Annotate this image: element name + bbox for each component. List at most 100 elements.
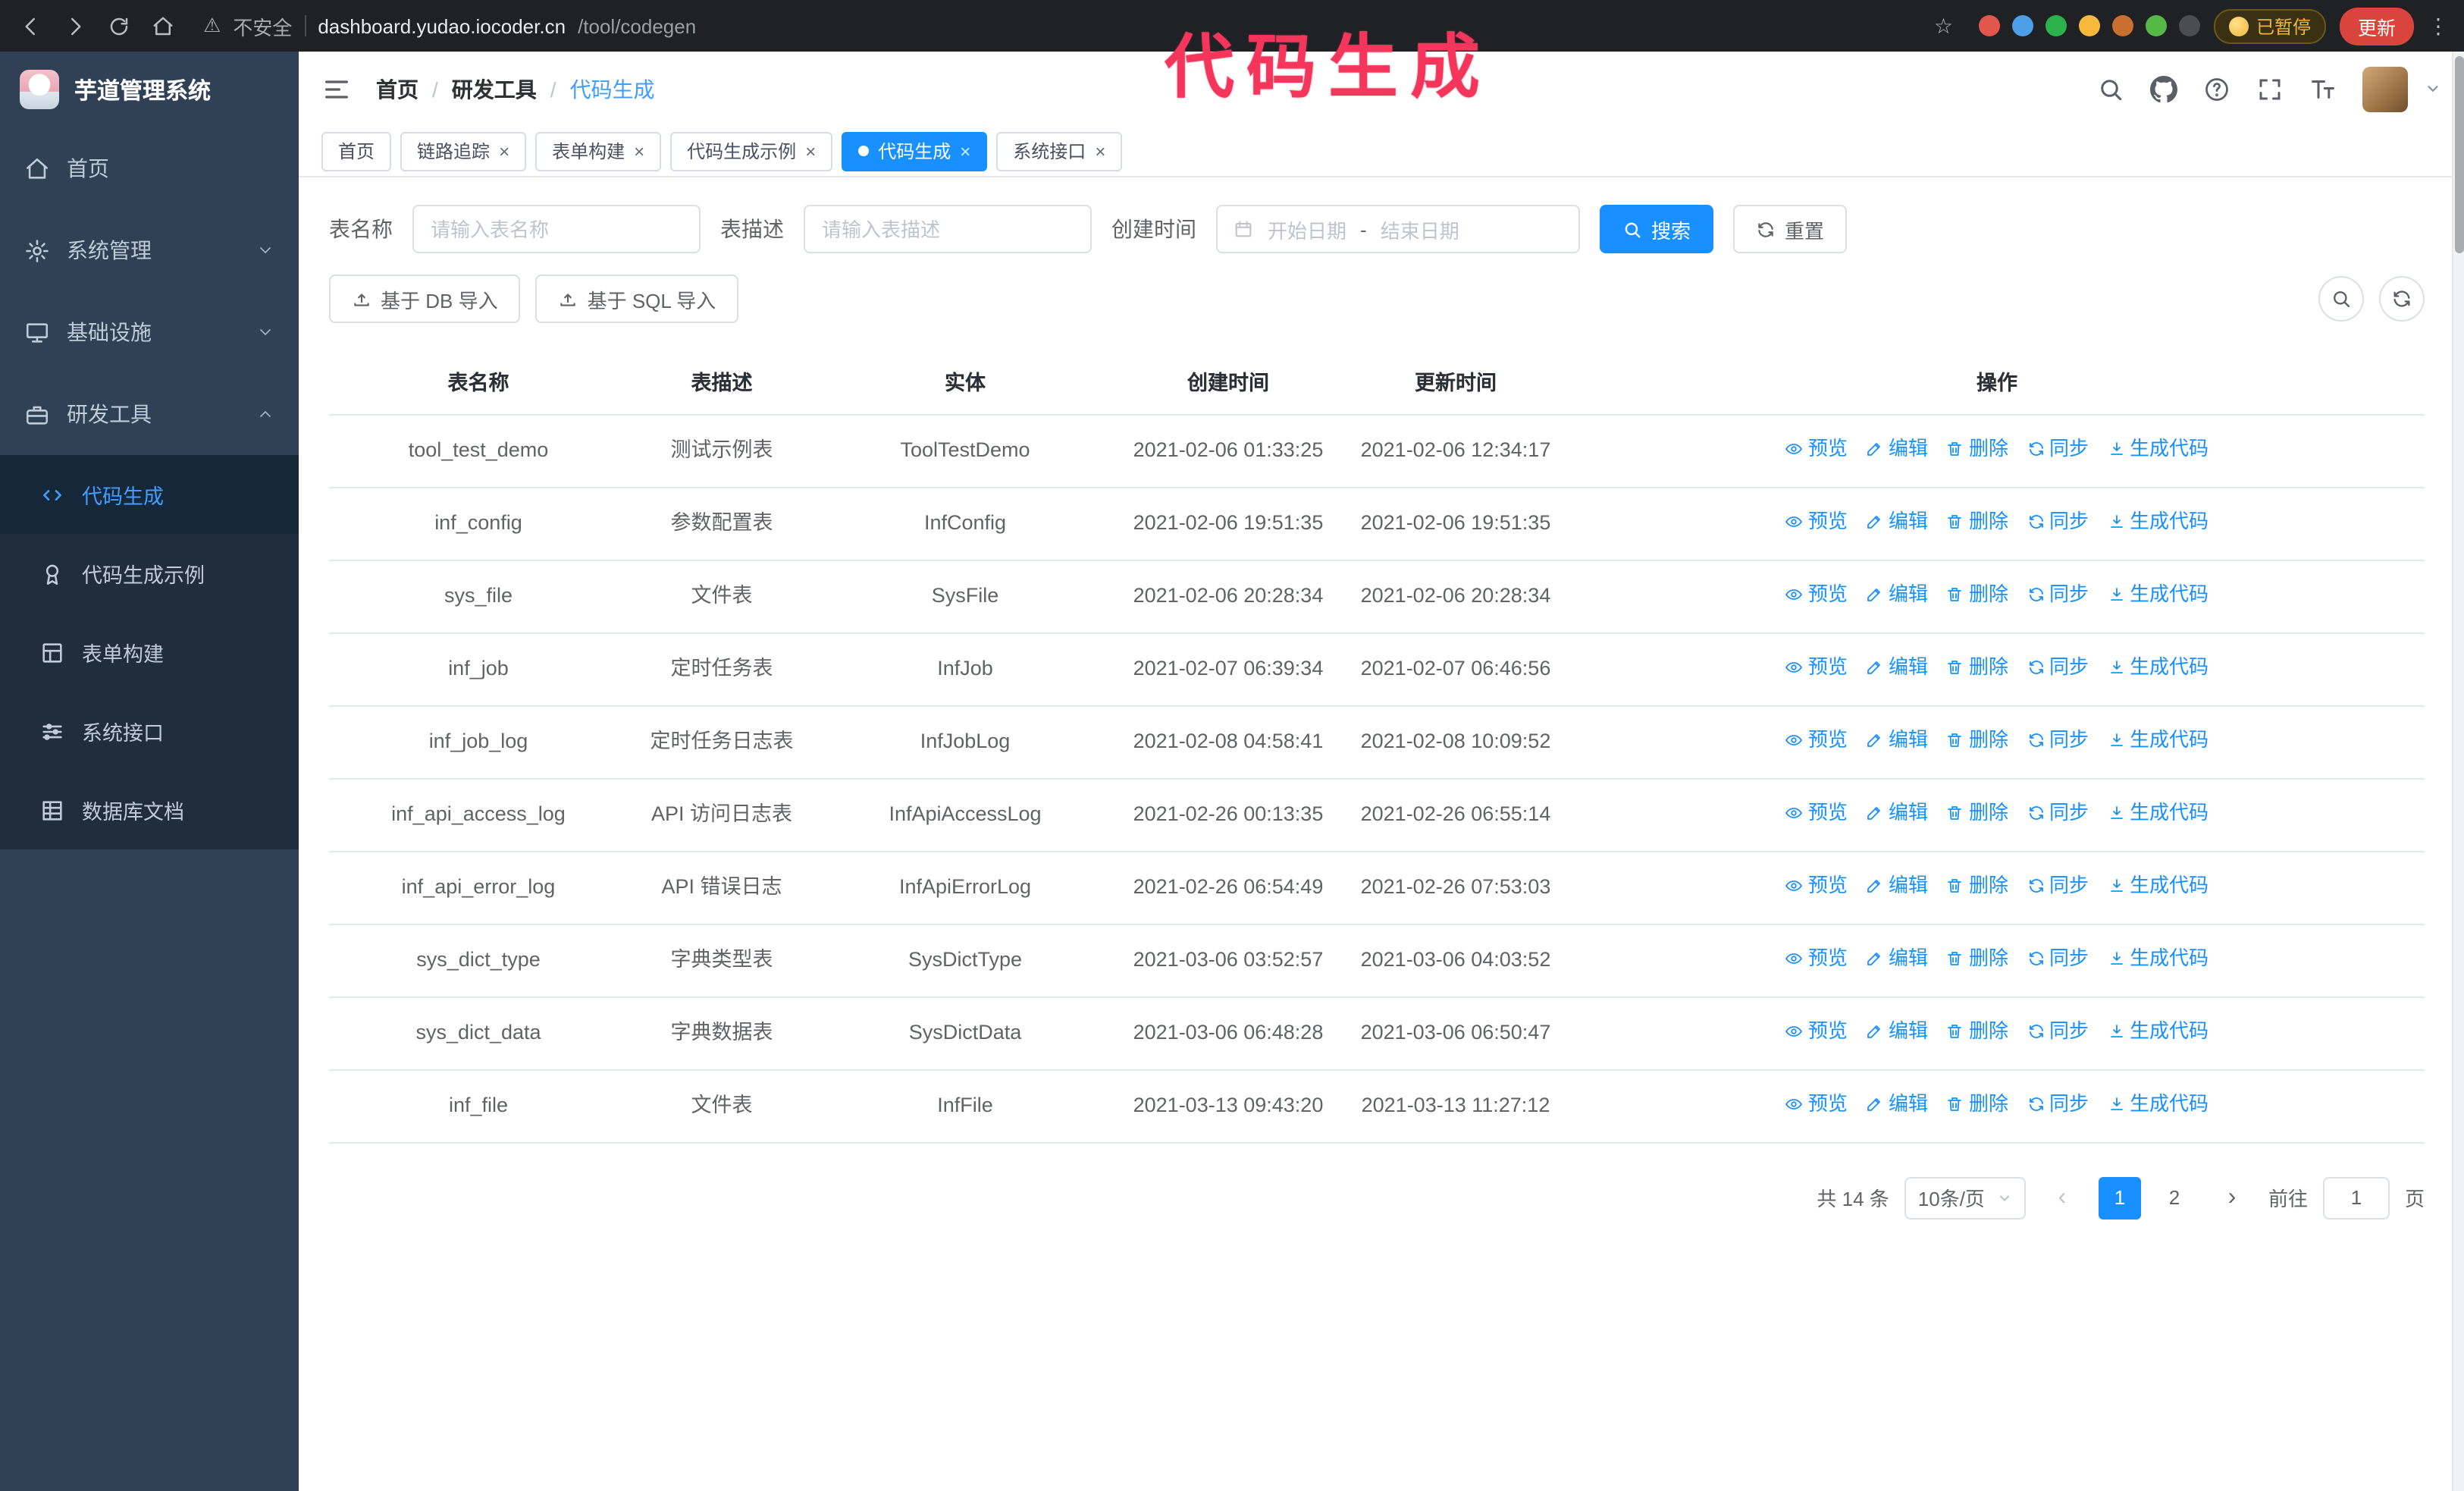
action-generate-code-link[interactable]: 生成代码	[2107, 1089, 2209, 1119]
extension-icon[interactable]	[1978, 15, 2000, 36]
forward-icon[interactable]	[59, 11, 89, 41]
extension-icon[interactable]	[2145, 15, 2167, 36]
date-end-placeholder[interactable]: 结束日期	[1381, 215, 1459, 243]
action-delete-link[interactable]: 删除	[1946, 579, 2008, 610]
action-delete-link[interactable]: 删除	[1946, 943, 2008, 974]
breadcrumb-item[interactable]: 研发工具	[452, 74, 537, 104]
action-preview-link[interactable]: 预览	[1785, 725, 1848, 755]
extension-icon[interactable]	[2045, 15, 2067, 36]
action-edit-link[interactable]: 编辑	[1866, 1089, 1928, 1119]
action-sync-link[interactable]: 同步	[2027, 507, 2089, 537]
page-size-select[interactable]: 10条/页	[1904, 1176, 2026, 1219]
close-icon[interactable]: ×	[805, 142, 816, 160]
action-delete-link[interactable]: 删除	[1946, 725, 2008, 755]
close-icon[interactable]: ×	[634, 142, 644, 160]
user-avatar[interactable]	[2362, 66, 2408, 111]
update-button[interactable]: 更新	[2339, 7, 2414, 45]
action-generate-code-link[interactable]: 生成代码	[2107, 652, 2209, 683]
prev-page-button[interactable]: ‹	[2040, 1176, 2083, 1219]
sidebar-item-home[interactable]: 首页	[0, 127, 299, 209]
extension-icon[interactable]	[2078, 15, 2100, 36]
tab-codegen-demo[interactable]: 代码生成示例 ×	[670, 131, 833, 171]
action-sync-link[interactable]: 同步	[2027, 798, 2089, 828]
action-generate-code-link[interactable]: 生成代码	[2107, 871, 2209, 901]
action-sync-link[interactable]: 同步	[2027, 943, 2089, 974]
close-icon[interactable]: ×	[960, 142, 970, 160]
action-generate-code-link[interactable]: 生成代码	[2107, 725, 2209, 755]
action-preview-link[interactable]: 预览	[1785, 871, 1848, 901]
action-delete-link[interactable]: 删除	[1946, 1089, 2008, 1119]
action-preview-link[interactable]: 预览	[1785, 1016, 1848, 1047]
extension-icon[interactable]	[2011, 15, 2033, 36]
address-bar[interactable]: ⚠ 不安全 dashboard.yudao.iocoder.cn/tool/co…	[191, 6, 1965, 46]
action-sync-link[interactable]: 同步	[2027, 1016, 2089, 1047]
action-sync-link[interactable]: 同步	[2027, 871, 2089, 901]
table-desc-input[interactable]	[804, 205, 1092, 253]
action-edit-link[interactable]: 编辑	[1866, 725, 1928, 755]
action-delete-link[interactable]: 删除	[1946, 871, 2008, 901]
next-page-button[interactable]: ›	[2210, 1176, 2253, 1219]
action-generate-code-link[interactable]: 生成代码	[2107, 507, 2209, 537]
action-preview-link[interactable]: 预览	[1785, 798, 1848, 828]
action-generate-code-link[interactable]: 生成代码	[2107, 434, 2209, 464]
table-name-input[interactable]	[412, 205, 701, 253]
paused-badge[interactable]: 已暂停	[2213, 8, 2326, 43]
action-sync-link[interactable]: 同步	[2027, 652, 2089, 683]
tab-codegen[interactable]: 代码生成 ×	[842, 131, 988, 171]
font-size-icon[interactable]	[2309, 75, 2337, 102]
close-icon[interactable]: ×	[499, 142, 509, 160]
action-delete-link[interactable]: 删除	[1946, 1016, 2008, 1047]
import-db-button[interactable]: 基于 DB 导入	[329, 275, 521, 323]
goto-page-input[interactable]	[2322, 1176, 2390, 1219]
sidebar-item-api[interactable]: 系统接口	[0, 692, 299, 771]
sidebar-item-codegen-demo[interactable]: 代码生成示例	[0, 534, 299, 613]
action-edit-link[interactable]: 编辑	[1866, 943, 1928, 974]
action-generate-code-link[interactable]: 生成代码	[2107, 798, 2209, 828]
action-edit-link[interactable]: 编辑	[1866, 871, 1928, 901]
action-preview-link[interactable]: 预览	[1785, 1089, 1848, 1119]
date-start-placeholder[interactable]: 开始日期	[1268, 215, 1346, 243]
action-delete-link[interactable]: 删除	[1946, 798, 2008, 828]
reload-icon[interactable]	[103, 11, 133, 41]
scrollbar[interactable]	[2452, 52, 2464, 1491]
tab-tracer[interactable]: 链路追踪 ×	[400, 131, 527, 171]
sidebar-item-codegen[interactable]: 代码生成	[0, 455, 299, 534]
app-logo[interactable]: 芋道管理系统	[0, 52, 299, 127]
date-range-picker[interactable]: 开始日期 - 结束日期	[1216, 205, 1580, 253]
action-preview-link[interactable]: 预览	[1785, 579, 1848, 610]
action-edit-link[interactable]: 编辑	[1866, 1016, 1928, 1047]
action-preview-link[interactable]: 预览	[1785, 507, 1848, 537]
home-icon[interactable]	[147, 11, 177, 41]
fullscreen-icon[interactable]	[2256, 75, 2284, 102]
action-edit-link[interactable]: 编辑	[1866, 507, 1928, 537]
action-preview-link[interactable]: 预览	[1785, 652, 1848, 683]
search-toggle-button[interactable]	[2318, 276, 2364, 322]
page-button-2[interactable]: 2	[2152, 1176, 2196, 1219]
tab-form-builder[interactable]: 表单构建 ×	[535, 131, 662, 171]
extension-icon[interactable]	[2111, 15, 2133, 36]
action-sync-link[interactable]: 同步	[2027, 434, 2089, 464]
tab-api[interactable]: 系统接口 ×	[996, 131, 1123, 171]
sidebar-item-form-builder[interactable]: 表单构建	[0, 613, 299, 692]
refresh-button[interactable]	[2379, 276, 2425, 322]
close-icon[interactable]: ×	[1095, 142, 1105, 160]
page-button-1[interactable]: 1	[2098, 1176, 2141, 1219]
chevron-down-icon[interactable]	[2425, 80, 2441, 97]
extension-icon[interactable]	[2178, 15, 2200, 36]
sidebar-item-devtools[interactable]: 研发工具	[0, 373, 299, 455]
action-edit-link[interactable]: 编辑	[1866, 434, 1928, 464]
sidebar-item-db-doc[interactable]: 数据库文档	[0, 771, 299, 849]
action-generate-code-link[interactable]: 生成代码	[2107, 943, 2209, 974]
action-edit-link[interactable]: 编辑	[1866, 798, 1928, 828]
action-generate-code-link[interactable]: 生成代码	[2107, 1016, 2209, 1047]
search-icon[interactable]	[2097, 75, 2124, 102]
scrollbar-thumb[interactable]	[2455, 56, 2464, 253]
action-preview-link[interactable]: 预览	[1785, 434, 1848, 464]
action-generate-code-link[interactable]: 生成代码	[2107, 579, 2209, 610]
sidebar-item-system[interactable]: 系统管理	[0, 209, 299, 291]
back-icon[interactable]	[15, 11, 45, 41]
bookmark-star-icon[interactable]: ☆	[1934, 13, 1953, 39]
github-icon[interactable]	[2150, 75, 2177, 102]
action-preview-link[interactable]: 预览	[1785, 943, 1848, 974]
action-delete-link[interactable]: 删除	[1946, 652, 2008, 683]
